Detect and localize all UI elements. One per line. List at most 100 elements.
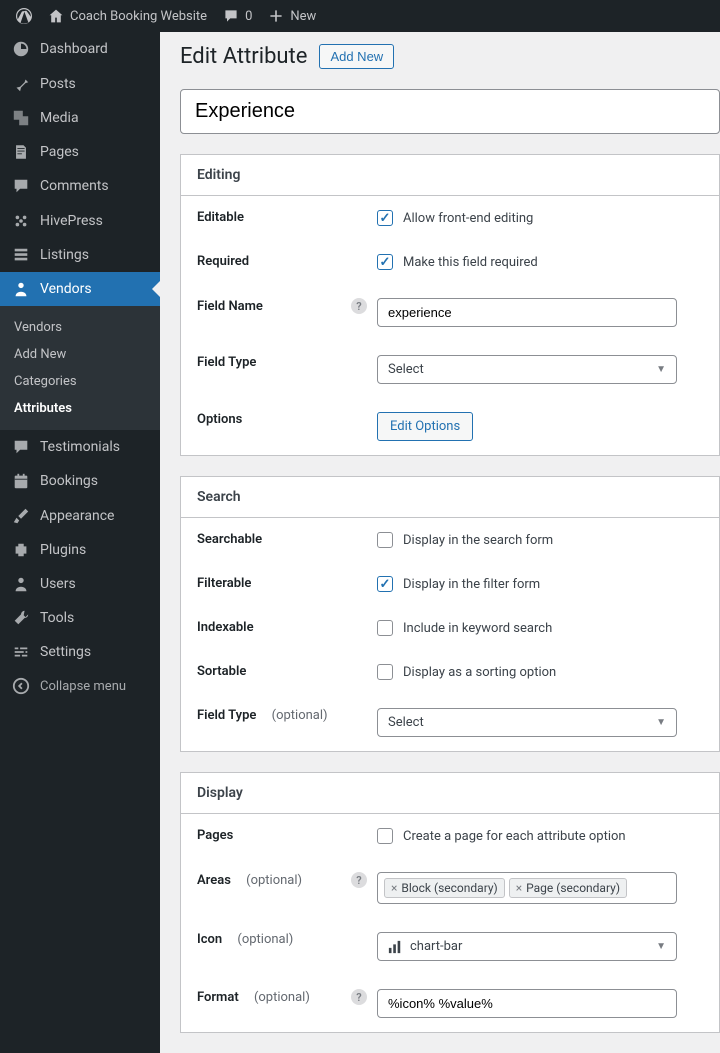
sidebar-item-vendors[interactable]: Vendors [0, 272, 160, 306]
editable-desc: Allow front-end editing [403, 211, 533, 226]
indexable-desc: Include in keyword search [403, 621, 552, 636]
collapse-label: Collapse menu [40, 679, 126, 694]
display-box: Display Pages Create a page for each att… [180, 772, 720, 1033]
area-tag[interactable]: ×Block (secondary) [384, 878, 505, 898]
search-field-type-select[interactable]: Select ▼ [377, 708, 677, 737]
pages-desc: Create a page for each attribute option [403, 829, 626, 844]
new-link[interactable]: New [260, 8, 324, 24]
sidebar-item-label: Pages [40, 144, 79, 160]
sidebar-item-media[interactable]: Media [0, 101, 160, 135]
sidebar-item-listings[interactable]: Listings [0, 238, 160, 272]
pin-icon [12, 75, 30, 93]
sortable-label: Sortable [197, 664, 377, 679]
comments-link[interactable]: 0 [215, 8, 260, 24]
sidebar-sub-add-new[interactable]: Add New [0, 341, 160, 368]
sidebar-item-appearance[interactable]: Appearance [0, 499, 160, 533]
sidebar-item-label: Users [40, 576, 76, 592]
help-icon[interactable]: ? [351, 872, 367, 888]
add-new-button[interactable]: Add New [319, 44, 394, 69]
sortable-checkbox[interactable] [377, 664, 393, 680]
edit-options-button[interactable]: Edit Options [377, 412, 473, 441]
field-type-select[interactable]: Select ▼ [377, 355, 677, 384]
sidebar-item-testimonials[interactable]: Testimonials [0, 430, 160, 464]
chart-bar-icon [388, 940, 402, 954]
sidebar-sub-vendors[interactable]: Vendors [0, 314, 160, 341]
vendors-icon [12, 280, 30, 298]
sidebar-item-comments[interactable]: Comments [0, 169, 160, 203]
sidebar-item-plugins[interactable]: Plugins [0, 533, 160, 567]
area-tag[interactable]: ×Page (secondary) [509, 878, 627, 898]
editable-label: Editable [197, 210, 377, 225]
search-field-type-label: Field Type (optional) [197, 708, 377, 723]
site-name: Coach Booking Website [70, 9, 207, 24]
chevron-down-icon: ▼ [656, 717, 666, 728]
sidebar-item-bookings[interactable]: Bookings [0, 464, 160, 498]
comment-icon [12, 177, 30, 195]
format-input[interactable] [377, 989, 677, 1018]
sidebar-submenu: Vendors Add New Categories Attributes [0, 306, 160, 430]
brush-icon [12, 507, 30, 525]
sidebar-item-dashboard[interactable]: Dashboard [0, 32, 160, 66]
required-label: Required [197, 254, 377, 269]
dashboard-icon [12, 40, 30, 58]
sidebar-item-label: Dashboard [40, 41, 108, 57]
field-name-label: Field Name ? [197, 298, 377, 314]
sortable-desc: Display as a sorting option [403, 665, 556, 680]
display-heading: Display [181, 773, 719, 814]
sidebar-item-label: Comments [40, 178, 109, 194]
attribute-title-input[interactable] [180, 89, 720, 134]
help-icon[interactable]: ? [351, 989, 367, 1005]
collapse-icon [12, 677, 30, 695]
sliders-icon [12, 643, 30, 661]
media-icon [12, 109, 30, 127]
chevron-down-icon: ▼ [656, 941, 666, 952]
areas-label: Areas (optional) ? [197, 872, 377, 888]
sidebar-item-settings[interactable]: Settings [0, 635, 160, 669]
search-heading: Search [181, 477, 719, 518]
pages-checkbox[interactable] [377, 828, 393, 844]
sidebar-item-pages[interactable]: Pages [0, 135, 160, 169]
sidebar-item-posts[interactable]: Posts [0, 67, 160, 101]
areas-tags-input[interactable]: ×Block (secondary) ×Page (secondary) [377, 872, 677, 904]
field-name-input[interactable] [377, 298, 677, 327]
sidebar-item-label: Bookings [40, 473, 98, 489]
sidebar-item-hivepress[interactable]: HivePress [0, 204, 160, 238]
editable-checkbox[interactable] [377, 210, 393, 226]
sidebar-item-label: Vendors [40, 281, 92, 297]
help-icon[interactable]: ? [351, 298, 367, 314]
indexable-label: Indexable [197, 620, 377, 635]
chevron-down-icon: ▼ [656, 364, 666, 375]
indexable-checkbox[interactable] [377, 620, 393, 636]
required-checkbox[interactable] [377, 254, 393, 270]
icon-select[interactable]: chart-bar ▼ [377, 932, 677, 961]
wrench-icon [12, 609, 30, 627]
sidebar-item-tools[interactable]: Tools [0, 601, 160, 635]
filterable-label: Filterable [197, 576, 377, 591]
editing-box: Editing Editable Allow front-end editing… [180, 154, 720, 456]
page-header: Edit Attribute Add New [160, 32, 720, 89]
sidebar-item-label: Settings [40, 644, 91, 660]
listings-icon [12, 246, 30, 264]
collapse-menu[interactable]: Collapse menu [0, 669, 160, 703]
testimonials-icon [12, 438, 30, 456]
page-title: Edit Attribute [180, 44, 307, 69]
editing-heading: Editing [181, 155, 719, 196]
sidebar-item-label: Posts [40, 76, 76, 92]
wordpress-icon [16, 8, 32, 24]
searchable-checkbox[interactable] [377, 532, 393, 548]
remove-tag-icon[interactable]: × [391, 881, 397, 895]
filterable-desc: Display in the filter form [403, 577, 540, 592]
sidebar-item-users[interactable]: Users [0, 567, 160, 601]
sidebar-sub-attributes[interactable]: Attributes [0, 395, 160, 422]
calendar-icon [12, 472, 30, 490]
sidebar-item-label: HivePress [40, 213, 103, 229]
main-content: Edit Attribute Add New Editing Editable … [160, 32, 720, 1053]
remove-tag-icon[interactable]: × [516, 881, 522, 895]
search-box: Search Searchable Display in the search … [180, 476, 720, 752]
pages-label: Pages [197, 828, 377, 843]
searchable-desc: Display in the search form [403, 533, 553, 548]
site-name-link[interactable]: Coach Booking Website [40, 8, 215, 24]
wp-logo[interactable] [8, 8, 40, 24]
filterable-checkbox[interactable] [377, 576, 393, 592]
sidebar-sub-categories[interactable]: Categories [0, 368, 160, 395]
